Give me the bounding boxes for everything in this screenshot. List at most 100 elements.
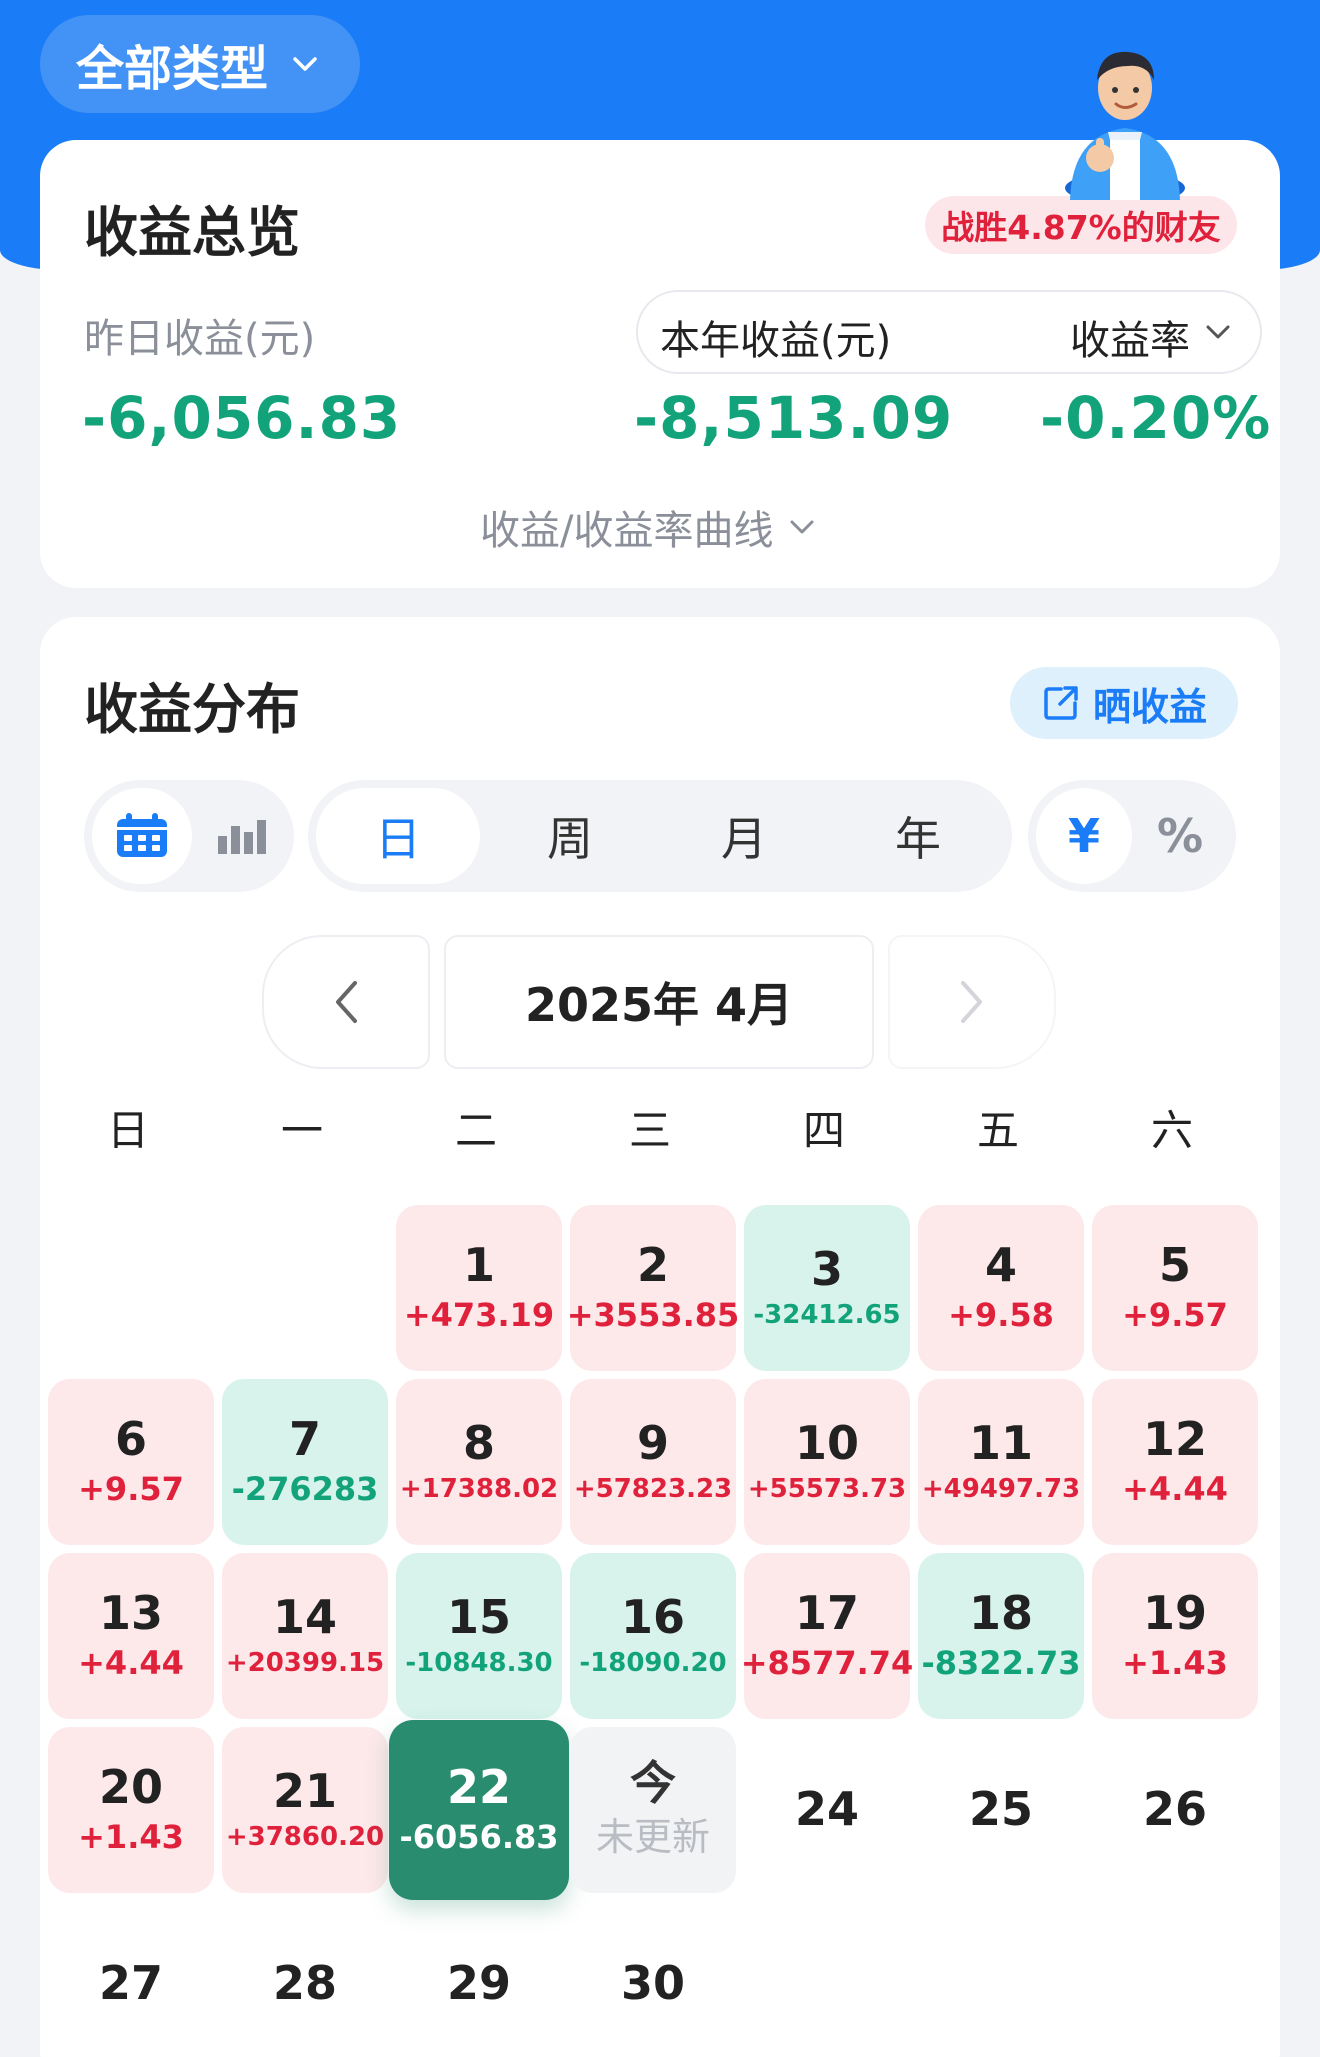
prev-month-button[interactable] [262, 935, 430, 1069]
calendar-day-value: +9.57 [1122, 1296, 1228, 1335]
curve-toggle[interactable]: 收益/收益率曲线 [480, 498, 817, 556]
type-select-dropdown[interactable]: 全部类型 [40, 15, 360, 113]
month-label: 2025年 4月 [444, 935, 874, 1069]
calendar-day-number: 6 [114, 1412, 147, 1466]
share-button[interactable]: 晒收益 [1010, 667, 1238, 739]
calendar-day-cell[interactable]: 1 +473.19 [396, 1205, 562, 1371]
calendar-day-cell[interactable]: 2 +3553.85 [567, 1205, 739, 1371]
calendar-day-cell[interactable]: 14 +20399.15 [222, 1553, 388, 1719]
period-year-tab[interactable]: 年 [836, 780, 1000, 892]
year-label: 本年收益(元) [660, 318, 892, 364]
period-month-tab[interactable]: 月 [662, 780, 826, 892]
period-day-tab[interactable]: 日 [316, 780, 480, 892]
calendar-day-value: +4.44 [1122, 1470, 1228, 1509]
calendar-icon [117, 813, 167, 857]
rank-badge: 战胜4.87%的财友 [925, 196, 1237, 254]
calendar-day-cell[interactable]: 19 +1.43 [1092, 1553, 1258, 1719]
calendar-day-number: 25 [968, 1782, 1033, 1837]
calendar-day-number: 28 [272, 1956, 337, 2011]
weekday-label: 日 [106, 1106, 149, 1155]
chart-view-button[interactable] [192, 780, 292, 892]
calendar-day-cell[interactable]: 9 +57823.23 [570, 1379, 736, 1545]
chevron-left-icon [336, 981, 357, 1023]
calendar-day-cell[interactable]: 17 +8577.74 [741, 1553, 913, 1719]
calendar-day-cell[interactable]: 3 -32412.65 [744, 1205, 910, 1371]
calendar-day-cell[interactable]: 26 [1092, 1727, 1258, 1893]
calendar-day-number: 14 [272, 1590, 337, 1645]
calendar-day-cell[interactable]: 5 +9.57 [1092, 1205, 1258, 1371]
calendar-day-cell[interactable]: 10 +55573.73 [744, 1379, 910, 1545]
calendar-day-value: -6056.83 [399, 1818, 559, 1857]
calendar-day-number: 18 [968, 1586, 1033, 1640]
calendar-day-cell[interactable]: 18 -8322.73 [918, 1553, 1084, 1719]
weekday-label: 五 [976, 1106, 1019, 1155]
calendar-day-number: 7 [288, 1412, 321, 1466]
calendar-day-value: -32412.65 [753, 1300, 901, 1331]
calendar-day-cell[interactable]: 21 +37860.20 [222, 1727, 388, 1893]
year-rate-toggle[interactable]: 本年收益(元) 收益率 [636, 290, 1262, 374]
distribution-title: 收益分布 [84, 678, 300, 741]
calendar-day-number: 今 [630, 1755, 676, 1810]
calendar-day-number: 15 [446, 1590, 511, 1645]
calendar-day-cell[interactable]: 30 [570, 1901, 736, 2057]
calendar-day-number: 26 [1142, 1782, 1207, 1837]
calendar-day-cell[interactable]: 20 +1.43 [48, 1727, 214, 1893]
calendar-day-number: 24 [794, 1782, 859, 1837]
calendar-day-number: 21 [272, 1764, 337, 1819]
weekday-label: 三 [628, 1106, 671, 1155]
calendar-day-value: +1.43 [78, 1818, 184, 1857]
calendar-day-value: 未更新 [595, 1815, 710, 1859]
distribution-card: 收益分布 晒收益 日 周 月 年 ¥ % 2025年 4月 日 一 二 三 四 … [40, 617, 1280, 2057]
calendar-day-cell[interactable]: 27 [48, 1901, 214, 2057]
calendar-day-cell[interactable]: 13 +4.44 [48, 1553, 214, 1719]
calendar-day-value: +57823.23 [573, 1474, 733, 1505]
calendar-day-cell[interactable]: 7 -276283 [222, 1379, 388, 1545]
chevron-right-icon [961, 981, 982, 1023]
calendar-day-cell[interactable]: 16 -18090.20 [570, 1553, 736, 1719]
view-toggle [84, 780, 294, 892]
share-icon [1044, 686, 1078, 720]
curve-toggle-label: 收益/收益率曲线 [480, 508, 774, 554]
calendar-day-cell[interactable]: 12 +4.44 [1092, 1379, 1258, 1545]
calendar-day-cell[interactable]: 24 [744, 1727, 910, 1893]
chevron-down-icon [1206, 325, 1230, 339]
calendar-day-cell[interactable]: 4 +9.58 [918, 1205, 1084, 1371]
calendar-day-cell[interactable]: 22 -6056.83 [389, 1720, 569, 1900]
calendar-day-cell[interactable]: 25 [918, 1727, 1084, 1893]
calendar-day-cell[interactable]: 6 +9.57 [48, 1379, 214, 1545]
calendar-day-number: 20 [98, 1760, 163, 1814]
period-week-tab[interactable]: 周 [488, 780, 652, 892]
weekday-label: 四 [802, 1106, 845, 1155]
overview-title: 收益总览 [84, 201, 300, 264]
calendar-day-number: 13 [98, 1586, 163, 1640]
calendar-day-value: -10848.30 [405, 1648, 553, 1679]
calendar-day-value: +9.58 [948, 1296, 1054, 1335]
calendar-day-number: 9 [636, 1416, 669, 1471]
unit-yuan-tab[interactable]: ¥ [1036, 780, 1132, 892]
calendar-day-cell[interactable]: 今未更新 [570, 1727, 736, 1893]
calendar-day-value: +49497.73 [921, 1474, 1081, 1505]
calendar-day-number: 12 [1142, 1412, 1207, 1466]
weekday-label: 六 [1150, 1106, 1193, 1155]
calendar-day-value: +8577.74 [740, 1644, 914, 1683]
calendar-view-button[interactable] [92, 780, 192, 892]
calendar-day-number: 3 [810, 1242, 843, 1297]
calendar-day-cell[interactable]: 28 [222, 1901, 388, 2057]
type-select-label: 全部类型 [76, 41, 269, 97]
yesterday-label: 昨日收益(元) [84, 316, 316, 362]
calendar-day-number: 30 [620, 1956, 685, 2011]
calendar-day-cell[interactable]: 29 [396, 1901, 562, 2057]
weekday-label: 二 [454, 1106, 497, 1155]
period-toggle: 日 周 月 年 [308, 780, 1012, 892]
calendar-day-cell[interactable]: 15 -10848.30 [396, 1553, 562, 1719]
calendar-day-cell[interactable]: 11 +49497.73 [918, 1379, 1084, 1545]
unit-percent-tab[interactable]: % [1132, 780, 1228, 892]
calendar-day-value: +3553.85 [566, 1296, 740, 1335]
calendar-day-number: 19 [1142, 1586, 1207, 1640]
next-month-button[interactable] [888, 935, 1056, 1069]
rate-value: -0.20% [1040, 384, 1272, 452]
calendar-day-value: +20399.15 [225, 1648, 385, 1679]
overview-card: 收益总览 战胜4.87%的财友 昨日收益(元) -6,056.83 本年收益(元… [40, 140, 1280, 588]
calendar-day-value: +1.43 [1122, 1644, 1228, 1683]
calendar-day-cell[interactable]: 8 +17388.02 [396, 1379, 562, 1545]
